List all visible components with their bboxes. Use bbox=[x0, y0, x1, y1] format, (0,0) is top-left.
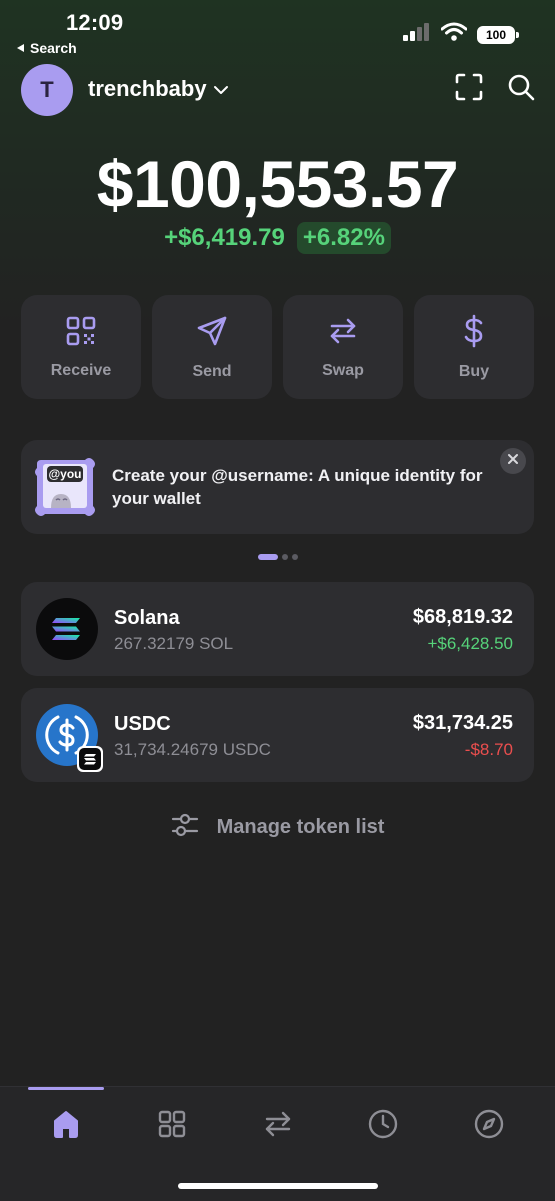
quick-actions: Receive Send Swap Buy bbox=[21, 295, 534, 399]
token-value: $31,734.25 bbox=[412, 712, 513, 734]
tab-explore[interactable] bbox=[469, 1106, 509, 1146]
username-promo-banner[interactable]: @you Create your @username: A unique ide… bbox=[21, 440, 534, 534]
send-label: Send bbox=[192, 362, 232, 380]
tab-swap[interactable] bbox=[258, 1106, 298, 1146]
battery-indicator: 100 bbox=[477, 25, 519, 44]
swap-icon bbox=[327, 315, 359, 352]
token-value: $68,819.32 bbox=[412, 606, 513, 628]
dollar-icon bbox=[458, 314, 490, 353]
avatar[interactable]: T bbox=[21, 64, 73, 116]
token-change: -$8.70 bbox=[464, 740, 513, 759]
token-name: Solana bbox=[114, 607, 180, 629]
receive-label: Receive bbox=[50, 361, 112, 379]
close-banner-button[interactable] bbox=[500, 448, 526, 474]
grid-icon bbox=[156, 1108, 188, 1145]
home-indicator bbox=[178, 1183, 378, 1189]
token-amount: 31,734.24679 USDC bbox=[114, 740, 271, 759]
clock-icon bbox=[367, 1108, 399, 1145]
manage-token-list-label: Manage token list bbox=[216, 816, 385, 838]
username-tag: @you bbox=[48, 467, 82, 481]
token-row-usdc[interactable]: USDC 31,734.24679 USDC $31,734.25 -$8.70 bbox=[21, 688, 534, 782]
buy-button[interactable]: Buy bbox=[414, 295, 534, 399]
tab-home[interactable] bbox=[46, 1106, 86, 1146]
chevron-down-icon bbox=[213, 76, 229, 102]
buy-label: Buy bbox=[458, 362, 490, 380]
balance-change-row: +$6,419.79 +6.82% bbox=[0, 222, 555, 254]
balance-change-usd: +$6,419.79 bbox=[164, 224, 285, 251]
token-name: USDC bbox=[114, 713, 171, 735]
compass-icon bbox=[473, 1108, 505, 1145]
swap-button[interactable]: Swap bbox=[283, 295, 403, 399]
cellular-signal-icon bbox=[403, 23, 431, 46]
pagination-dot-active[interactable] bbox=[257, 554, 278, 560]
back-label: Search bbox=[30, 40, 77, 56]
qr-code-icon bbox=[65, 315, 97, 352]
search-icon bbox=[506, 72, 536, 107]
scan-icon bbox=[454, 72, 484, 107]
wifi-icon bbox=[440, 22, 468, 47]
token-amount: 267.32179 SOL bbox=[114, 634, 234, 653]
total-balance: $100,553.57 bbox=[96, 147, 459, 221]
close-icon bbox=[507, 452, 519, 470]
status-time: 12:09 bbox=[66, 10, 124, 35]
home-icon bbox=[50, 1108, 82, 1145]
status-indicators: 100 bbox=[403, 22, 519, 47]
balance-change-percent: +6.82% bbox=[296, 222, 391, 254]
sliders-icon bbox=[171, 812, 199, 843]
carousel-pagination bbox=[0, 554, 555, 560]
tab-collectibles[interactable] bbox=[152, 1106, 192, 1146]
swap-icon bbox=[262, 1108, 294, 1145]
account-switcher[interactable]: trenchbaby bbox=[88, 76, 229, 102]
pagination-dot[interactable] bbox=[281, 554, 288, 560]
scan-button[interactable] bbox=[452, 72, 486, 106]
token-row-solana[interactable]: Solana 267.32179 SOL $68,819.32 +$6,428.… bbox=[21, 582, 534, 676]
username-promo-illustration: @you bbox=[33, 456, 97, 518]
pagination-dot[interactable] bbox=[291, 554, 298, 560]
back-to-search-link[interactable]: Search bbox=[16, 40, 77, 56]
swap-label: Swap bbox=[322, 361, 364, 379]
token-change: +$6,428.50 bbox=[427, 634, 513, 653]
send-icon bbox=[195, 314, 229, 353]
active-tab-indicator bbox=[28, 1087, 104, 1090]
solana-network-badge-icon bbox=[77, 746, 103, 772]
receive-button[interactable]: Receive bbox=[21, 295, 141, 399]
send-button[interactable]: Send bbox=[152, 295, 272, 399]
search-button[interactable] bbox=[504, 72, 538, 106]
account-name: trenchbaby bbox=[88, 76, 207, 101]
solana-logo-icon bbox=[36, 598, 98, 660]
tab-activity[interactable] bbox=[363, 1106, 403, 1146]
manage-token-list-button[interactable]: Manage token list bbox=[0, 812, 555, 843]
back-arrow-icon bbox=[16, 40, 26, 56]
username-promo-text: Create your @username: A unique identity… bbox=[112, 466, 483, 508]
